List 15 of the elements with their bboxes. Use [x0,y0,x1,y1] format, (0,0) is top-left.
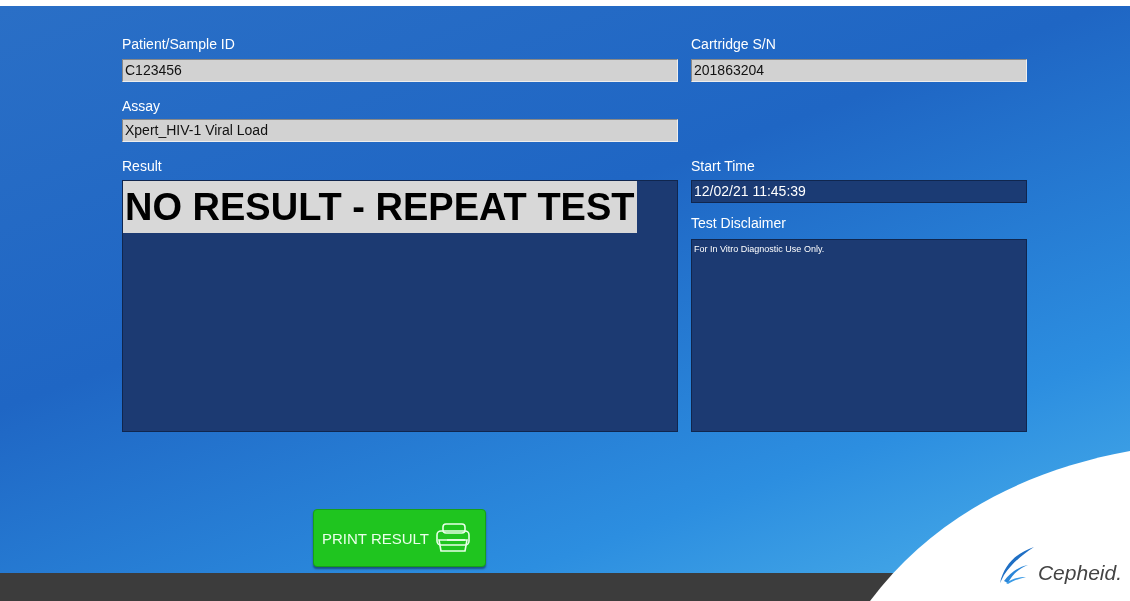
result-text: NO RESULT - REPEAT TEST [123,181,637,233]
printer-icon [434,523,471,553]
cartridge-field: 201863204 [691,59,1027,82]
field-label: Start Time [691,158,756,174]
field-label: Cartridge S/N [691,36,777,52]
start-time-field: 12/02/21 11:45:39 [691,180,1027,203]
disclaimer-text: For In Vitro Diagnostic Use Only. [694,244,826,254]
sample-id-field: C123456 [122,59,678,82]
print-result-button[interactable]: PRINT RESULT [313,509,486,567]
field-label: Test Disclaimer [691,215,787,231]
field-label: Patient/Sample ID [122,36,236,52]
field-label: Result [122,158,163,174]
field-label: Assay [122,98,162,114]
logo-text: Cepheid. [1037,561,1122,585]
assay-field: Xpert_HIV-1 Viral Load [122,119,678,142]
